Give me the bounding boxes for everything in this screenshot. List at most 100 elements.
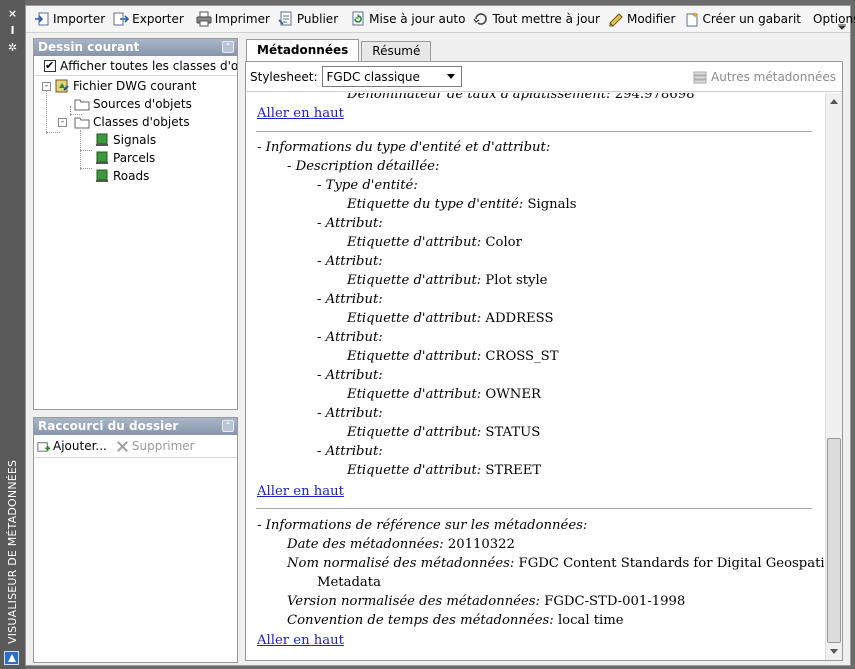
folder-shortcut-header[interactable]: Raccourci du dossier ⌃: [34, 418, 237, 435]
other-metadata-button[interactable]: Autres métadonnées: [692, 69, 836, 85]
add-shortcut-button[interactable]: Ajouter...: [36, 439, 107, 454]
attribute-heading: - Attribut:: [317, 406, 383, 421]
scroll-up-icon[interactable]: [830, 99, 838, 104]
folder-icon: [74, 99, 90, 111]
metadata-date-row: Date des métadonnées: 20110322: [287, 535, 515, 554]
attribute-row: Etiquette d'attribut: STREET: [347, 461, 541, 480]
auto-update-button[interactable]: Mise à jour auto: [346, 8, 469, 30]
attribute-row: Etiquette d'attribut: OWNER: [347, 385, 541, 404]
print-button[interactable]: Imprimer: [192, 8, 274, 30]
metadata-content: Dénominateur de taux d'aplatissement: 29…: [246, 93, 824, 660]
edit-label: Modifier: [626, 12, 676, 26]
remove-shortcut-button[interactable]: Supprimer: [115, 439, 195, 454]
attribute-label: Etiquette d'attribut:: [347, 387, 482, 402]
close-icon[interactable]: ×: [6, 7, 19, 20]
metadata-version-value: FGDC-STD-001-1998: [544, 594, 686, 609]
tree-line: [46, 132, 60, 133]
metadata-standard-value: FGDC Content Standards for Digital Geosp…: [518, 556, 824, 571]
current-drawing-panel: Dessin courant ⌃ Afficher toutes les cla…: [33, 38, 238, 410]
tree-item-label: Sources d'objets: [93, 97, 192, 111]
folder-icon: [74, 117, 90, 129]
metadata-stack-icon: [693, 71, 707, 84]
collapse-icon[interactable]: ⌃: [222, 41, 234, 53]
collapse-toggle-icon[interactable]: -: [42, 82, 51, 91]
show-all-classes-label: Afficher toutes les classes d'obj: [60, 58, 237, 73]
remove-shortcut-label: Supprimer: [131, 439, 195, 453]
object-class-icon: [96, 169, 108, 182]
import-button[interactable]: Importer: [30, 8, 109, 30]
collapse-icon[interactable]: ⌃: [222, 420, 234, 432]
properties-icon[interactable]: ✲: [6, 41, 19, 54]
tree-item-signals[interactable]: Signals: [94, 131, 156, 149]
tree-item-label: Fichier DWG courant: [73, 79, 197, 93]
auto-update-icon: [352, 11, 364, 26]
object-class-icon: [96, 133, 108, 146]
attribute-heading: - Attribut:: [317, 444, 383, 459]
export-label: Exporter: [132, 12, 184, 26]
export-button[interactable]: Exporter: [109, 8, 188, 30]
go-top-link[interactable]: Aller en haut: [257, 633, 344, 648]
tree-item-object-classes[interactable]: Classes d'objets: [74, 113, 190, 131]
edit-button[interactable]: Modifier: [604, 8, 680, 30]
entity-type-row: Etiquette du type d'entité: Signals: [347, 195, 576, 214]
tree-item-label: Classes d'objets: [93, 115, 190, 129]
attribute-label: Etiquette d'attribut:: [347, 273, 482, 288]
folder-shortcut-panel: Raccourci du dossier ⌃ Ajouter... Suppri…: [33, 417, 238, 663]
options-button[interactable]: Options: [809, 8, 855, 30]
metadata-version-label: Version normalisée des métadonnées:: [287, 594, 541, 609]
scrollbar-thumb[interactable]: [827, 438, 841, 643]
vertical-scrollbar[interactable]: [825, 93, 842, 660]
create-template-button[interactable]: Créer un gabarit: [680, 8, 806, 30]
metadata-standard-label: Nom normalisé des métadonnées:: [287, 556, 515, 571]
go-top-link-2-row: Aller en haut: [257, 482, 344, 501]
attribute-row: Etiquette d'attribut: STATUS: [347, 423, 540, 442]
attribute-value: OWNER: [485, 387, 541, 402]
tree-item-roads[interactable]: Roads: [94, 167, 149, 185]
tree-item-parcels[interactable]: Parcels: [94, 149, 155, 167]
publish-label: Publier: [296, 12, 339, 26]
entity-type-value: Signals: [527, 197, 577, 212]
metadata-standard-row: Nom normalisé des métadonnées: FGDC Cont…: [287, 554, 824, 573]
flattening-value: 294.978698: [614, 93, 695, 102]
stylesheet-select[interactable]: FGDC classique: [321, 66, 462, 87]
scroll-down-icon[interactable]: [830, 649, 838, 654]
tab-metadata[interactable]: Métadonnées: [246, 39, 360, 61]
show-all-classes-checkbox[interactable]: Afficher toutes les classes d'obj: [34, 56, 237, 76]
checkbox-checked-icon: [44, 59, 56, 72]
options-label: Options: [813, 12, 855, 26]
go-top-link[interactable]: Aller en haut: [257, 106, 344, 121]
metadata-viewer-window: Importer Exporter Imprimer Publier Mise …: [25, 5, 855, 666]
publish-button[interactable]: Publier: [274, 8, 342, 30]
metadata-time-label: Convention de temps des métadonnées:: [287, 613, 554, 628]
tree-item-object-sources[interactable]: Sources d'objets: [74, 95, 192, 113]
update-all-label: Tout mettre à jour: [492, 12, 600, 26]
tab-summary[interactable]: Résumé: [361, 41, 432, 61]
go-top-link-3-row: Aller en haut: [257, 631, 344, 650]
attribute-value: Plot style: [485, 273, 548, 288]
print-icon: [196, 11, 212, 27]
attribute-value: STREET: [485, 463, 542, 478]
autocad-logo-icon[interactable]: [4, 651, 19, 665]
attribute-row: Etiquette d'attribut: Plot style: [347, 271, 547, 290]
palette-title-strip: × I ✲ VISUALISEUR DE MÉTADONNÉES: [0, 0, 25, 669]
collapse-toggle-icon[interactable]: -: [58, 118, 67, 127]
attribute-label: Etiquette d'attribut:: [347, 349, 482, 364]
current-drawing-title: Dessin courant: [38, 40, 140, 54]
tree-item-current-dwg[interactable]: Fichier DWG courant: [54, 77, 196, 95]
tree-line: [80, 168, 92, 169]
import-icon: [35, 12, 49, 26]
metadata-date-value: 20110322: [447, 537, 515, 552]
attribute-heading: - Attribut:: [317, 368, 383, 383]
current-drawing-header[interactable]: Dessin courant ⌃: [34, 39, 237, 56]
toolbar-overflow-icon[interactable]: [838, 24, 846, 30]
auto-hide-icon[interactable]: I: [6, 24, 19, 37]
attribute-heading: - Attribut:: [317, 330, 383, 345]
attribute-label: Etiquette d'attribut:: [347, 235, 482, 250]
tree-line: [80, 150, 92, 151]
update-all-button[interactable]: Tout mettre à jour: [469, 8, 604, 30]
folder-shortcut-toolbar: Ajouter... Supprimer: [34, 435, 237, 458]
go-top-link[interactable]: Aller en haut: [257, 484, 344, 499]
attribute-label: Etiquette d'attribut:: [347, 463, 482, 478]
import-label: Importer: [53, 12, 106, 26]
attribute-label: Etiquette d'attribut:: [347, 311, 482, 326]
